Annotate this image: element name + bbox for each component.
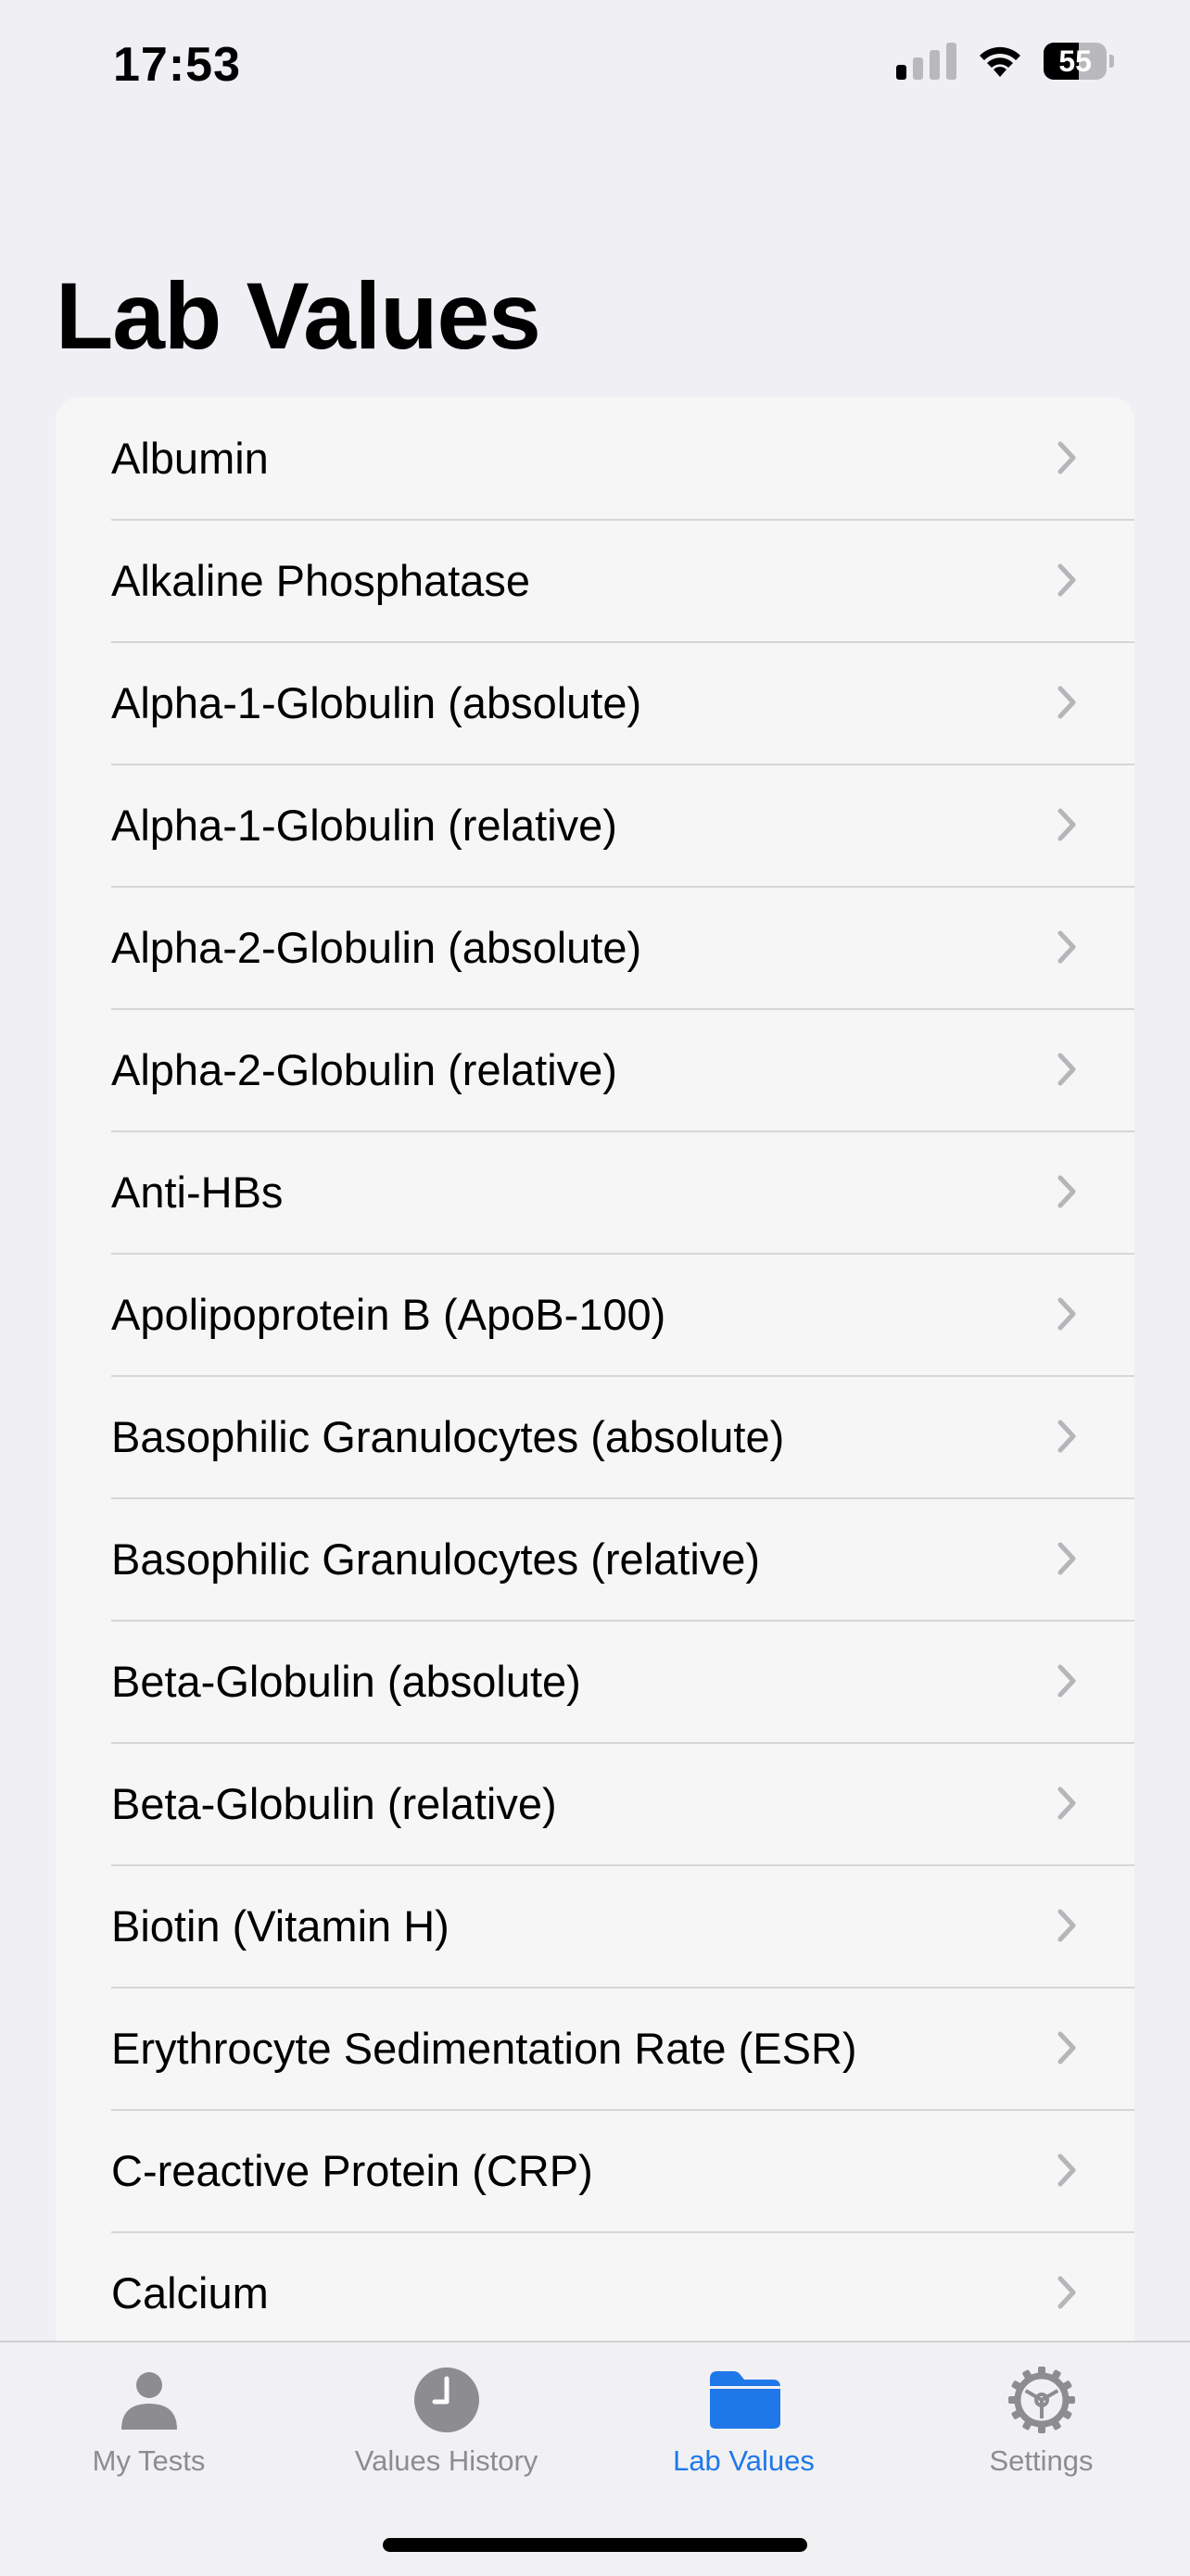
chevron-right-icon [1057,1787,1076,1820]
chevron-right-icon [1057,2276,1076,2309]
tab-label: My Tests [92,2444,206,2477]
cellular-signal-icon [896,43,956,80]
list-item[interactable]: Apolipoprotein B (ApoB-100) [56,1253,1134,1375]
list-item[interactable]: Calcium [56,2231,1134,2354]
tab-values-history[interactable]: Values History [298,2361,595,2500]
list-item[interactable]: Beta-Globulin (absolute) [56,1620,1134,1742]
status-time: 17:53 [113,38,241,92]
list-item[interactable]: Anti-HBs [56,1130,1134,1253]
chevron-right-icon [1057,930,1076,964]
chevron-right-icon [1057,1664,1076,1698]
chevron-right-icon [1057,1175,1076,1208]
status-icons: 55 [896,43,1114,80]
page-title: Lab Values [56,263,541,369]
tab-settings[interactable]: Settings [892,2361,1190,2500]
tab-my-tests[interactable]: My Tests [0,2361,298,2500]
chevron-right-icon [1057,1542,1076,1575]
list-item-label: C-reactive Protein (CRP) [111,2145,593,2195]
lab-values-list[interactable]: Albumin Alkaline Phosphatase Alpha-1-Globu… [56,397,1134,2472]
clock-icon [408,2361,486,2439]
list-item-label: Anti-HBs [111,1167,284,1217]
chevron-right-icon [1057,563,1076,597]
tab-lab-values[interactable]: Lab Values [595,2361,892,2500]
tab-label: Values History [354,2444,538,2477]
list-item-label: Calcium [111,2267,269,2317]
list-item[interactable]: Basophilic Granulocytes (absolute) [56,1375,1134,1497]
wifi-icon [980,46,1020,77]
list-item-label: Alpha-1-Globulin (relative) [111,800,617,850]
chevron-right-icon [1057,2031,1076,2065]
chevron-right-icon [1057,686,1076,719]
list-item[interactable]: Biotin (Vitamin H) [56,1864,1134,1987]
chevron-right-icon [1057,1909,1076,1942]
list-item[interactable]: Albumin [56,397,1134,519]
list-item-label: Basophilic Granulocytes (absolute) [111,1411,785,1461]
person-icon [110,2361,188,2439]
status-bar: 17:53 55 [0,0,1190,130]
list-item-label: Beta-Globulin (absolute) [111,1656,581,1706]
battery-icon: 55 [1044,43,1114,80]
list-item-label: Alpha-2-Globulin (absolute) [111,922,642,972]
list-item-label: Biotin (Vitamin H) [111,1900,449,1951]
list-item[interactable]: Alpha-1-Globulin (absolute) [56,641,1134,764]
tab-label: Lab Values [673,2444,815,2477]
list-item[interactable]: Erythrocyte Sedimentation Rate (ESR) [56,1987,1134,2109]
list-item[interactable]: Alpha-1-Globulin (relative) [56,764,1134,886]
list-item[interactable]: C-reactive Protein (CRP) [56,2109,1134,2231]
tab-label: Settings [989,2444,1094,2477]
list-item[interactable]: Beta-Globulin (relative) [56,1742,1134,1864]
list-item[interactable]: Alpha-2-Globulin (absolute) [56,886,1134,1008]
list-item-label: Alkaline Phosphatase [111,555,531,605]
chevron-right-icon [1057,808,1076,841]
list-item-label: Alpha-2-Globulin (relative) [111,1044,617,1094]
chevron-right-icon [1057,1053,1076,1086]
list-item[interactable]: Alkaline Phosphatase [56,519,1134,641]
folder-icon [705,2361,783,2439]
list-item[interactable]: Basophilic Granulocytes (relative) [56,1497,1134,1620]
chevron-right-icon [1057,441,1076,474]
list-item-label: Beta-Globulin (relative) [111,1778,557,1828]
list-item-label: Alpha-1-Globulin (absolute) [111,677,642,727]
list-item-label: Erythrocyte Sedimentation Rate (ESR) [111,2023,857,2073]
gear-icon [1003,2361,1081,2439]
chevron-right-icon [1057,2153,1076,2187]
list-item-label: Apolipoprotein B (ApoB-100) [111,1289,666,1339]
home-indicator [383,2538,807,2552]
chevron-right-icon [1057,1420,1076,1453]
list-item-label: Albumin [111,433,269,483]
list-item-label: Basophilic Granulocytes (relative) [111,1534,761,1584]
battery-percentage: 55 [1058,44,1092,78]
chevron-right-icon [1057,1297,1076,1331]
list-item[interactable]: Alpha-2-Globulin (relative) [56,1008,1134,1130]
